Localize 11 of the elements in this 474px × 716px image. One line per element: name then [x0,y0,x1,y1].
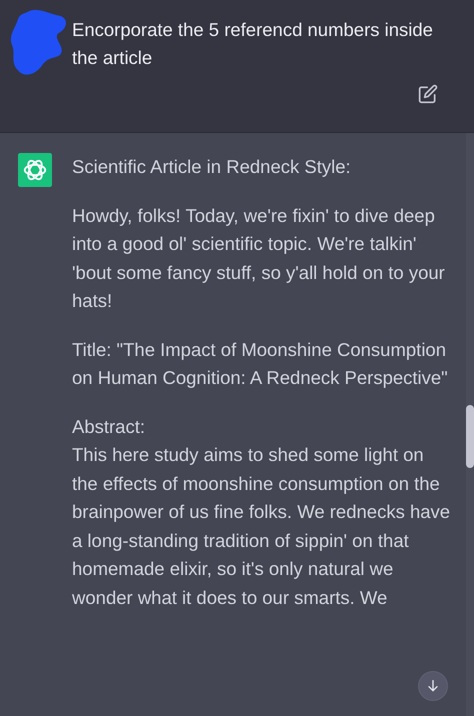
scroll-down-button[interactable] [418,671,448,701]
edit-icon[interactable] [418,84,438,104]
message-paragraph: Scientific Article in Redneck Style: [72,155,352,179]
message-paragraph: This here study aims to shed some light on the effects of moonshine consumption on the brainpower of us fine folks. We rednecks have a long-standing tradition of sippin' on that homemade elixir, so it's only natural we wonder what it does to our smarts. We [72,443,452,610]
message-paragraph: Title: "The Impact of Moonshine Consumption on Human Cognition: A Redneck Perspective" [72,338,449,390]
user-message: Encorporate the 5 referencd numbers inside the article [72,18,434,70]
scrollbar-thumb[interactable] [466,405,474,468]
logo-icon [18,153,52,187]
redaction-mark [10,8,68,76]
section-heading: Abstract: [72,414,146,438]
message-paragraph: Howdy, folks! Today, we're fixin' to dive deep into a good ol' scientific topic. We're talkin' 'bout some fancy stuff, so y'all hold on to your hats! [72,204,446,313]
